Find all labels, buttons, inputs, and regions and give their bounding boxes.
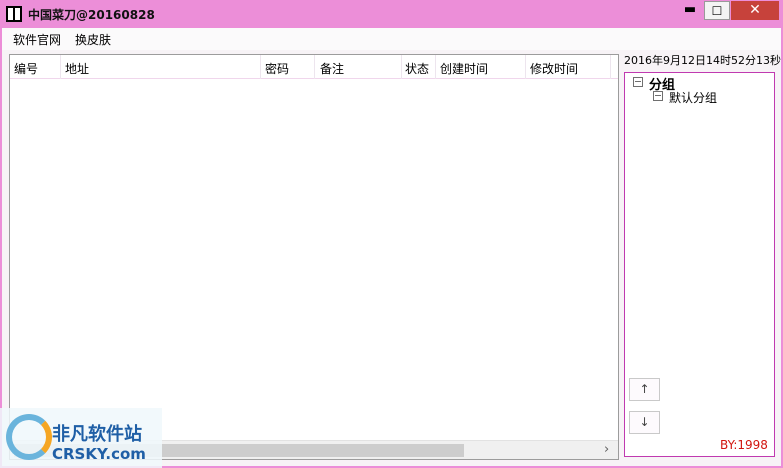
column-header-note[interactable]: 备注 xyxy=(320,60,344,77)
column-divider[interactable] xyxy=(401,55,402,79)
close-button[interactable]: ✕ xyxy=(731,1,779,20)
current-datetime: 2016年9月12日14时52分13秒 xyxy=(624,54,781,67)
watermark-en-text: CRSKY.com xyxy=(52,445,146,463)
author-label: BY:1998 xyxy=(720,438,768,452)
grid-header: 编号 地址 密码 备注 状态 创建时间 修改时间 xyxy=(10,55,618,79)
column-divider[interactable] xyxy=(435,55,436,79)
client-area: 软件官网 换皮肤 编号 地址 密码 备注 状态 创建时间 修改时间 › 2016… xyxy=(2,28,781,466)
menu-bar: 软件官网 换皮肤 xyxy=(2,28,781,50)
menu-official-site[interactable]: 软件官网 xyxy=(13,31,61,48)
shell-list-grid[interactable]: 编号 地址 密码 备注 状态 创建时间 修改时间 › xyxy=(9,54,619,460)
column-divider[interactable] xyxy=(260,55,261,79)
move-down-button[interactable]: ↓ xyxy=(629,411,660,434)
maximize-button[interactable]: ☐ xyxy=(704,1,730,20)
column-header-modified[interactable]: 修改时间 xyxy=(530,60,578,77)
window-title: 中国菜刀@20160828 xyxy=(28,8,155,22)
tree-item-default-group[interactable]: 默认分组 xyxy=(669,89,717,106)
move-up-button[interactable]: ↑ xyxy=(629,378,660,401)
column-divider[interactable] xyxy=(60,55,61,79)
column-divider[interactable] xyxy=(314,55,315,79)
watermark: 非凡软件站 CRSKY.com xyxy=(0,408,162,468)
watermark-cn-text: 非凡软件站 xyxy=(52,424,142,445)
column-header-created[interactable]: 创建时间 xyxy=(440,60,488,77)
app-icon[interactable] xyxy=(6,6,22,22)
column-header-id[interactable]: 编号 xyxy=(14,60,38,77)
column-header-status[interactable]: 状态 xyxy=(405,60,429,77)
column-divider[interactable] xyxy=(610,55,611,79)
minimize-button[interactable]: ▬ xyxy=(678,1,702,20)
scroll-right-icon[interactable]: › xyxy=(604,442,616,457)
crsky-logo-icon xyxy=(6,414,52,460)
column-divider[interactable] xyxy=(525,55,526,79)
column-header-address[interactable]: 地址 xyxy=(65,60,89,77)
collapse-icon[interactable] xyxy=(633,77,643,87)
menu-change-skin[interactable]: 换皮肤 xyxy=(75,31,111,48)
collapse-icon[interactable] xyxy=(653,91,663,101)
title-bar: 中国菜刀@20160828 ▬ ☐ ✕ xyxy=(0,0,783,28)
column-header-password[interactable]: 密码 xyxy=(265,60,289,77)
